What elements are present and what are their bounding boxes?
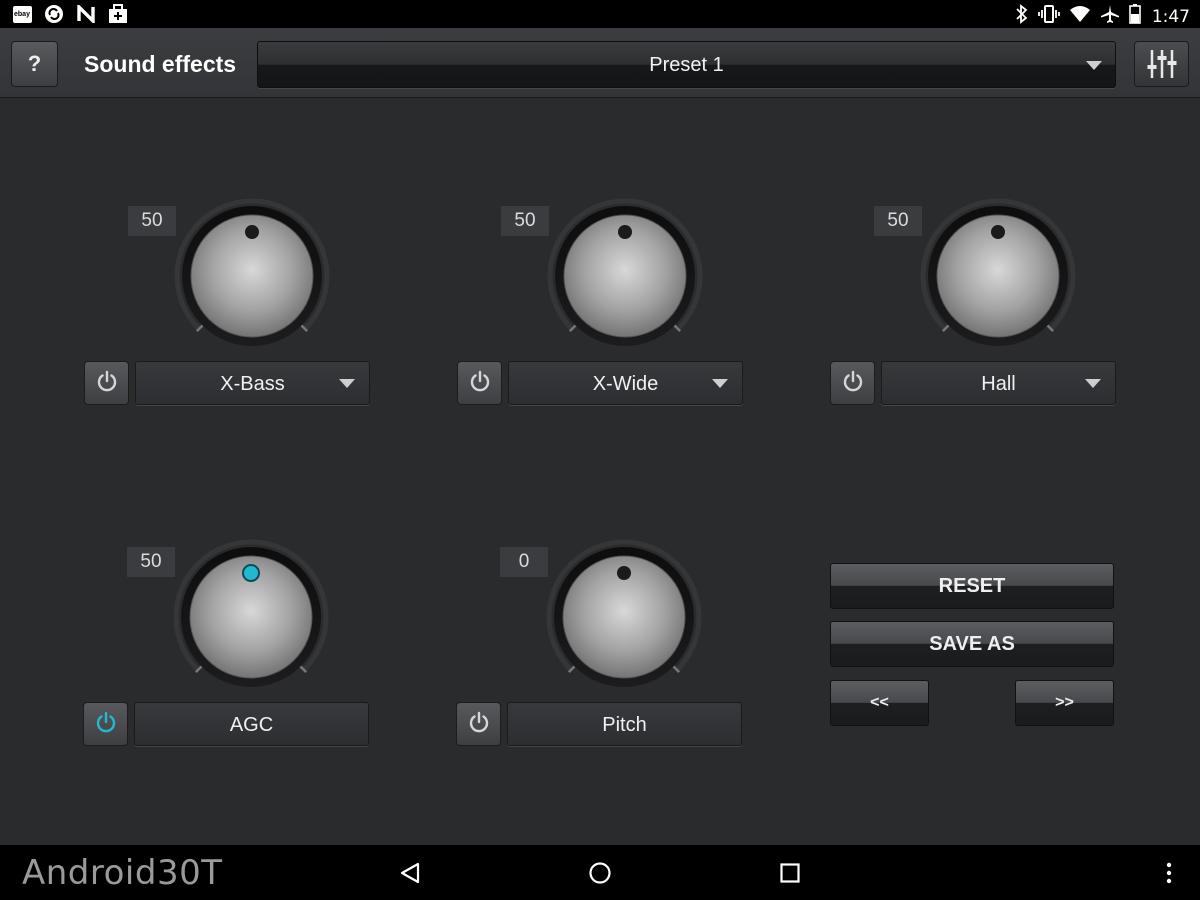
knob-pitch: 0: [500, 539, 702, 697]
agc-power-button[interactable]: [83, 702, 128, 746]
recents-icon: [780, 863, 800, 883]
rotary-knob[interactable]: [172, 198, 332, 353]
effect-label: X-Bass: [220, 373, 285, 395]
recents-button[interactable]: [776, 859, 804, 887]
briefcase-icon: [108, 4, 128, 24]
next-preset-button[interactable]: >>: [1015, 680, 1114, 726]
knob-value: 0: [500, 547, 548, 577]
save-as-button[interactable]: SAVE AS: [830, 621, 1114, 667]
knob-graphic: [173, 539, 329, 687]
power-icon: [841, 369, 865, 398]
help-button[interactable]: ?: [11, 41, 58, 87]
back-icon: [400, 862, 420, 884]
navigation-bar: Android30T: [0, 845, 1200, 900]
knob-indicator: [245, 225, 259, 239]
rotary-knob[interactable]: [918, 198, 1078, 353]
effect-label: Hall: [981, 373, 1016, 395]
equalizer-icon: [1147, 50, 1176, 78]
home-icon: [589, 862, 611, 884]
dropdown-arrow-icon: [1086, 61, 1102, 70]
knob-xwide: 50: [501, 198, 703, 356]
agc-effect-label: AGC: [134, 702, 369, 746]
knob-hall: 50: [874, 198, 1076, 356]
ebay-icon-text: ebay: [12, 5, 32, 23]
bluetooth-icon: [1015, 4, 1029, 29]
dropdown-arrow-icon: [712, 379, 728, 388]
power-icon: [95, 369, 119, 398]
airplane-icon: [1100, 4, 1120, 29]
knob-value: 50: [874, 206, 922, 236]
preset-dropdown[interactable]: Preset 1: [257, 41, 1116, 88]
clock: 1:47: [1151, 6, 1190, 27]
watermark: Android30T: [22, 853, 222, 893]
home-button[interactable]: [586, 859, 614, 887]
rotary-knob[interactable]: [544, 539, 704, 694]
xbass-power-button[interactable]: [84, 361, 129, 405]
xwide-power-button[interactable]: [457, 361, 502, 405]
dropdown-arrow-icon: [1085, 379, 1101, 388]
power-icon: [94, 710, 118, 739]
xbass-effect-dropdown[interactable]: X-Bass: [135, 361, 370, 405]
power-glyph: [96, 711, 115, 732]
wifi-icon: [1069, 5, 1091, 28]
knob-xbass: 50: [128, 198, 330, 356]
effect-label: AGC: [229, 714, 274, 736]
power-glyph: [469, 711, 488, 732]
rotary-knob[interactable]: [171, 539, 331, 694]
reset-button[interactable]: RESET: [830, 563, 1114, 609]
watermark-text: Android30T: [22, 853, 223, 893]
sync-icon: [44, 4, 64, 24]
rotary-knob[interactable]: [545, 198, 705, 353]
overflow-menu-button[interactable]: [1155, 859, 1183, 887]
n-app-icon: [76, 4, 96, 24]
battery-icon: [1129, 4, 1141, 29]
power-glyph: [470, 370, 489, 391]
knob-indicator: [618, 225, 632, 239]
knob-indicator: [242, 564, 260, 582]
knob-value: 50: [501, 206, 549, 236]
back-button[interactable]: [396, 859, 424, 887]
power-icon: [467, 710, 491, 739]
page-title: Sound effects: [84, 51, 237, 77]
equalizer-button[interactable]: [1134, 41, 1189, 87]
power-icon: [468, 369, 492, 398]
effect-label: X-Wide: [592, 373, 659, 395]
previous-preset-button[interactable]: <<: [830, 680, 929, 726]
xwide-effect-dropdown[interactable]: X-Wide: [508, 361, 743, 405]
knob-graphic: [174, 198, 330, 346]
knob-agc: 50: [127, 539, 329, 697]
power-glyph: [97, 370, 116, 391]
hall-power-button[interactable]: [830, 361, 875, 405]
knob-indicator: [617, 566, 631, 580]
preset-value: Preset 1: [649, 54, 724, 76]
action-bar: ? Sound effects Preset 1: [0, 28, 1200, 98]
pitch-power-button[interactable]: [456, 702, 501, 746]
knob-graphic: [546, 539, 702, 687]
dropdown-arrow-icon: [339, 379, 355, 388]
knob-value: 50: [127, 547, 175, 577]
knob-value: 50: [128, 206, 176, 236]
knob-graphic: [547, 198, 703, 346]
status-bar: ebay 1:47: [0, 0, 1200, 28]
pitch-effect-label: Pitch: [507, 702, 742, 746]
power-glyph: [843, 370, 862, 391]
vibrate-icon: [1037, 4, 1060, 29]
knob-graphic: [920, 198, 1076, 346]
hall-effect-dropdown[interactable]: Hall: [881, 361, 1116, 405]
knob-indicator: [991, 225, 1005, 239]
effect-label: Pitch: [602, 714, 647, 736]
ebay-icon: ebay: [12, 4, 32, 24]
overflow-menu-icon: [1166, 862, 1172, 884]
